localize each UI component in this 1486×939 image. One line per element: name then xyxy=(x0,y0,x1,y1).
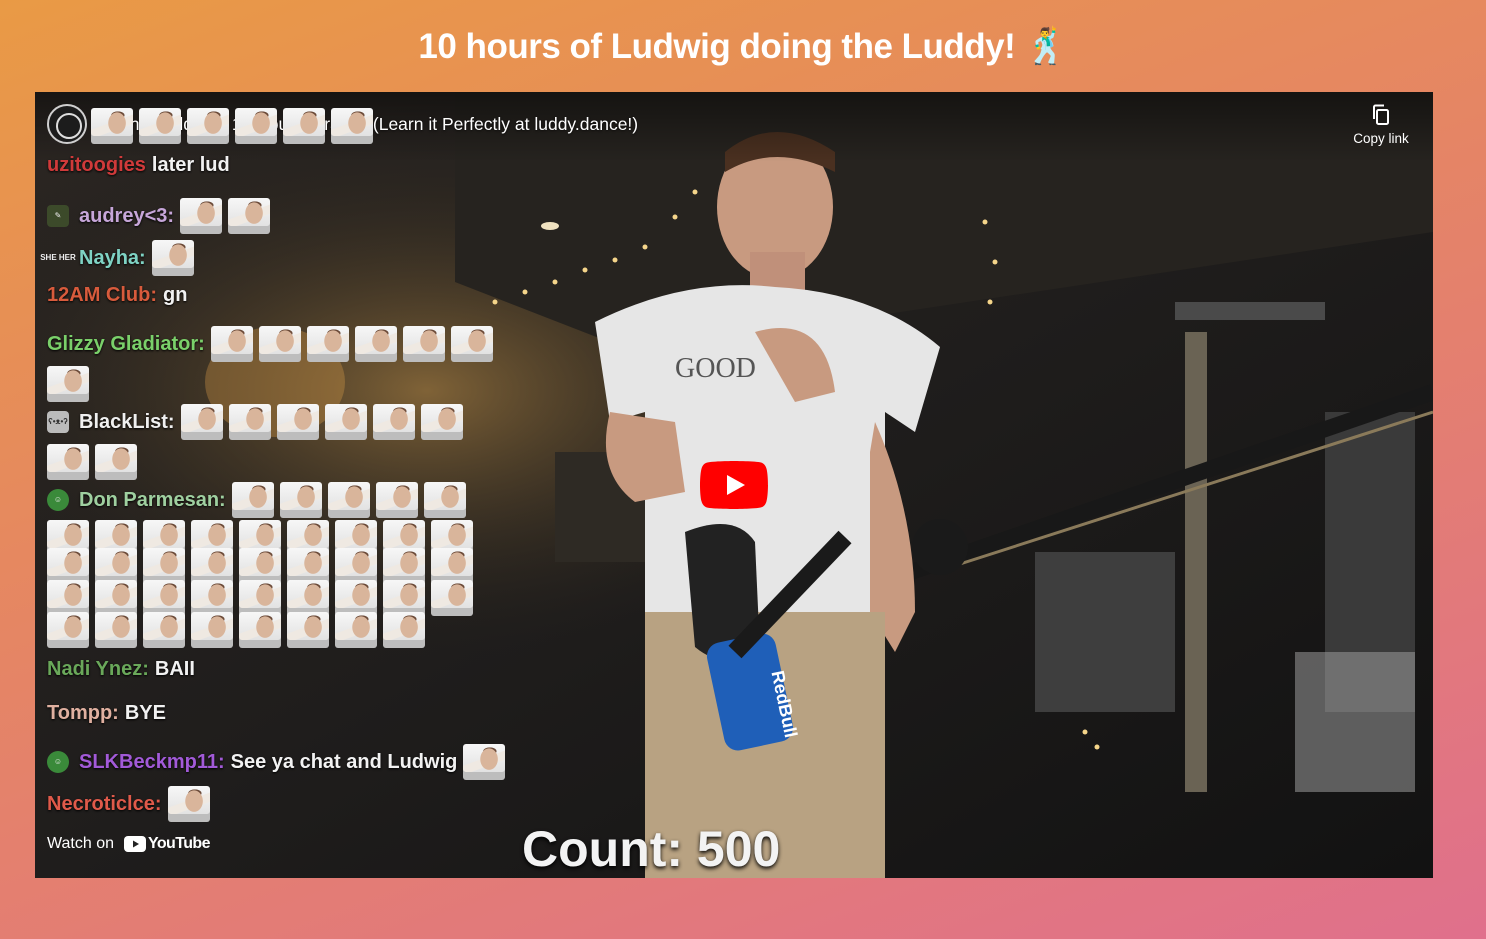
page-title: 10 hours of Ludwig doing the Luddy! 🕺 xyxy=(418,27,1068,66)
shirt-text: GOOD xyxy=(675,353,756,384)
chat-message: Glizzy Gladiator: xyxy=(47,326,499,362)
chat-message: 12AM Club: gn xyxy=(47,284,187,307)
chat-username: SLKBeckmp11: xyxy=(79,750,225,773)
copy-link-label: Copy link xyxy=(1353,131,1409,146)
chat-text: later lud xyxy=(151,154,230,176)
chat-text: BAII xyxy=(154,658,195,680)
youtube-logo-icon: YouTube xyxy=(124,835,210,853)
chat-text: See ya chat and Ludwig xyxy=(230,750,458,773)
chat-username: Don Parmesan: xyxy=(79,488,226,511)
copy-link-button[interactable]: Copy link xyxy=(1349,104,1413,148)
chat-username: audrey<3: xyxy=(79,204,175,227)
chat-username: Nayha: xyxy=(79,246,146,269)
copy-icon xyxy=(1373,104,1389,125)
smiley-badge-icon: ☺ xyxy=(47,489,69,511)
chat-username: uzitoogies xyxy=(47,154,146,176)
chat-message: SHE HER Nayha: xyxy=(40,240,200,276)
pronoun-badge: SHE HER xyxy=(40,253,76,262)
emote-row xyxy=(47,444,143,486)
chat-username: Tompp: xyxy=(47,702,119,724)
youtube-embed-player[interactable]: GOOD RedBull !The Luddy for 10 Hours Str… xyxy=(35,92,1433,878)
emote-row-top xyxy=(91,108,379,150)
chat-message: ✎ audrey<3: xyxy=(47,198,276,234)
watch-on-youtube-link[interactable]: Watch on YouTube xyxy=(47,835,210,853)
chat-message: ʕ•ᴥ•ʔ BlackList: xyxy=(47,404,469,440)
bear-badge-icon: ʕ•ᴥ•ʔ xyxy=(47,411,69,433)
play-button[interactable] xyxy=(700,461,768,509)
chat-message: Necroticlce: xyxy=(47,786,216,822)
channel-avatar[interactable] xyxy=(47,104,87,144)
youtube-wordmark: YouTube xyxy=(148,835,210,852)
chat-text: BYE xyxy=(124,702,166,724)
chat-username: Nadi Ynez: xyxy=(47,658,149,680)
chat-text: gn xyxy=(163,284,188,306)
chat-username: BlackList: xyxy=(79,410,175,433)
emote-row xyxy=(47,366,95,408)
count-overlay: Count: 500 xyxy=(522,821,781,877)
pencil-badge-icon: ✎ xyxy=(47,205,69,227)
chat-message: ☺ Don Parmesan: xyxy=(47,482,472,518)
chat-message: Tompp: BYE xyxy=(47,702,166,725)
chat-message: uzitoogies later lud xyxy=(47,154,230,177)
chat-message: ☺ SLKBeckmp11: See ya chat and Ludwig xyxy=(47,744,511,780)
chat-username: 12AM Club: xyxy=(47,284,157,306)
chat-message: Nadi Ynez: BAII xyxy=(47,658,195,681)
play-icon xyxy=(700,461,768,509)
emote-grid xyxy=(47,520,479,654)
smiley-badge-icon: ☺ xyxy=(47,751,69,773)
chat-username: Glizzy Gladiator: xyxy=(47,332,205,355)
watch-on-label: Watch on xyxy=(47,835,114,852)
chat-username: Necroticlce: xyxy=(47,792,162,815)
